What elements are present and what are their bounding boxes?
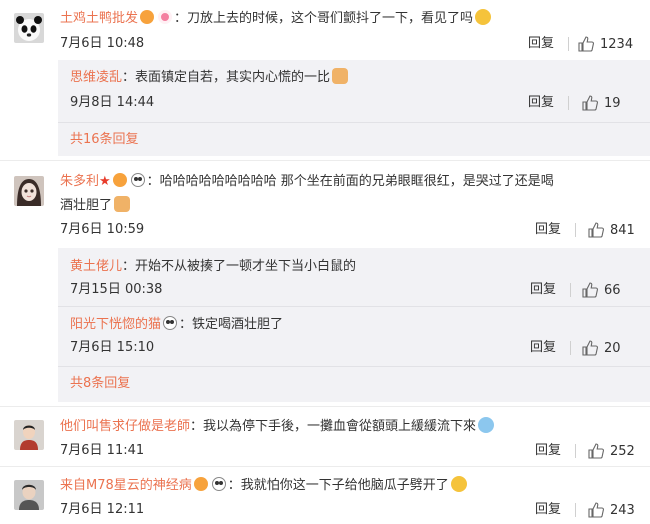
like-button[interactable]: 20	[582, 338, 621, 358]
reply-body: ：开始不从被揍了一顿才坐下当小白鼠的	[122, 259, 357, 274]
comment-text-continued: 酒壮胆了	[60, 196, 131, 216]
like-button[interactable]: 841	[588, 220, 635, 240]
reply-body: ：铁定喝酒壮胆了	[179, 317, 284, 332]
divider	[575, 503, 576, 517]
reply-button[interactable]: 回复	[535, 500, 561, 520]
view-more-replies-link[interactable]: 共16条回复	[70, 130, 139, 150]
divider	[575, 444, 576, 458]
comment-text: 他们叫售求仔做是老師：我以為停下手後，一攤血會從額頭上緩緩流下來	[60, 417, 495, 437]
boy-avatar-icon	[14, 480, 44, 510]
avatar[interactable]	[14, 420, 44, 450]
reply-button[interactable]: 回复	[528, 93, 554, 113]
avatar[interactable]	[14, 480, 44, 510]
like-count: 19	[604, 95, 621, 111]
reply-button[interactable]: 回复	[530, 280, 556, 300]
avatar[interactable]	[14, 13, 44, 43]
comment-body: ：哈哈哈哈哈哈哈哈哈 那个坐在前面的兄弟眼眶很红，是哭过了还是喝	[146, 174, 554, 189]
like-count: 1234	[600, 36, 634, 52]
divider	[570, 341, 571, 355]
man-avatar-icon	[14, 420, 44, 450]
thumbs-up-icon	[588, 502, 604, 518]
comment-body: ：我以為停下手後，一攤血會從額頭上緩緩流下來	[190, 419, 477, 434]
panda-badge-icon	[163, 316, 178, 330]
divider	[568, 37, 569, 51]
username-link[interactable]: 来自M78星云的神经病	[60, 478, 192, 493]
divider	[568, 96, 569, 110]
timestamp: 7月6日 11:41	[60, 443, 145, 458]
reply-button[interactable]: 回复	[535, 220, 561, 240]
thumbs-up-icon	[582, 95, 598, 111]
divider	[58, 306, 650, 307]
timestamp: 9月8日 14:44	[70, 95, 155, 110]
reply-button[interactable]: 回复	[535, 441, 561, 461]
panda-badge-icon	[211, 477, 226, 491]
cat-emoji-icon	[114, 196, 131, 212]
timestamp: 7月15日 00:38	[70, 282, 163, 297]
thumbs-up-icon	[582, 340, 598, 356]
girl-avatar-icon	[14, 176, 44, 206]
laugh-emoji-icon	[475, 9, 492, 25]
doraemon-emoji-icon	[478, 417, 495, 433]
comment-body: 酒壮胆了	[60, 198, 113, 213]
like-count: 252	[610, 443, 635, 459]
like-button[interactable]: 19	[582, 93, 621, 113]
divider	[0, 466, 650, 467]
reply-text: 黄土佬儿：开始不从被揍了一顿才坐下当小白鼠的	[70, 257, 356, 277]
divider	[0, 406, 650, 407]
thumbs-up-icon	[588, 222, 604, 238]
reply-body: ：表面镇定自若，其实内心慌的一比	[122, 70, 331, 85]
panda-avatar-icon	[14, 13, 44, 43]
like-count: 243	[610, 502, 635, 518]
comment-body: ：刀放上去的时候，这个哥们颤抖了一下，看见了吗	[174, 11, 474, 26]
divider	[570, 283, 571, 297]
like-button[interactable]: 243	[588, 500, 635, 520]
divider	[58, 122, 650, 123]
username-link[interactable]: 土鸡土鸭批发	[60, 11, 138, 26]
vip-badge-icon	[140, 10, 155, 24]
comment-text: 来自M78星云的神经病 ：我就怕你这一下子给他脑瓜子劈开了	[60, 476, 467, 496]
comment-text: 土鸡土鸭批发 ：刀放上去的时候，这个哥们颤抖了一下，看见了吗	[60, 9, 492, 29]
cat-emoji-icon	[332, 68, 349, 84]
like-count: 20	[604, 340, 621, 356]
username-link[interactable]: 朱多利	[60, 174, 99, 189]
reply-button[interactable]: 回复	[530, 338, 556, 358]
comment-body: ：我就怕你这一下子给他脑瓜子劈开了	[227, 478, 449, 493]
username-link[interactable]: 思维凌乱	[70, 70, 122, 85]
fan-badge-icon	[158, 10, 173, 24]
like-button[interactable]: 252	[588, 441, 635, 461]
vip-badge-icon	[193, 477, 208, 491]
divider	[0, 160, 650, 161]
view-more-replies-link[interactable]: 共8条回复	[70, 374, 130, 394]
like-count: 66	[604, 282, 621, 298]
username-link[interactable]: 黄土佬儿	[70, 259, 122, 274]
divider	[58, 366, 650, 367]
username-link[interactable]: 阳光下恍惚的猫	[70, 317, 161, 332]
thumbs-up-icon	[588, 443, 604, 459]
like-button[interactable]: 66	[582, 280, 621, 300]
username-link[interactable]: 他们叫售求仔做是老師	[60, 419, 190, 434]
thumbs-up-icon	[582, 282, 598, 298]
reply-text: 思维凌乱：表面镇定自若，其实内心慌的一比	[70, 68, 349, 88]
panda-badge-icon	[130, 173, 145, 187]
timestamp: 7月6日 12:11	[60, 502, 145, 517]
avatar[interactable]	[14, 176, 44, 206]
timestamp: 7月6日 10:59	[60, 222, 145, 237]
divider	[575, 223, 576, 237]
reply-button[interactable]: 回复	[528, 34, 554, 54]
star-badge-icon: ★	[99, 174, 111, 189]
reply-text: 阳光下恍惚的猫 ：铁定喝酒壮胆了	[70, 315, 283, 335]
vip-badge-icon	[112, 173, 127, 187]
comment-text: 朱多利★ ：哈哈哈哈哈哈哈哈哈 那个坐在前面的兄弟眼眶很红，是哭过了还是喝	[60, 172, 554, 192]
like-count: 841	[610, 222, 635, 238]
like-button[interactable]: 1234	[578, 34, 633, 54]
laugh-emoji-icon	[450, 476, 467, 492]
thumbs-up-icon	[578, 36, 594, 52]
timestamp: 7月6日 10:48	[60, 36, 145, 51]
timestamp: 7月6日 15:10	[70, 340, 155, 355]
